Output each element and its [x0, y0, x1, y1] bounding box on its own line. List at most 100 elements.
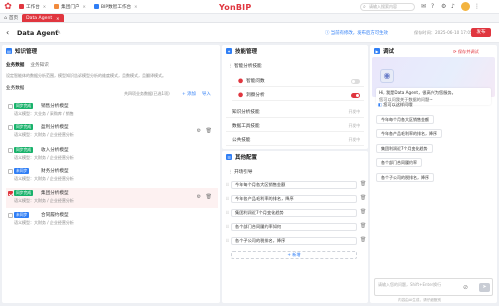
- suggested-question[interactable]: 集团利润近7个月变化趋势: [376, 144, 433, 153]
- model-name: 合同履约模型: [41, 213, 69, 218]
- tab-home[interactable]: ⌂ 首页: [0, 14, 22, 22]
- nav-tab-portal[interactable]: 集团门户 ✕: [51, 2, 89, 11]
- sync-status-badge: 同步完成: [14, 190, 34, 196]
- list-item[interactable]: 同步完成 盈利分析模型 语义模型：大财务 / 企业经营分析 ⚙ 🗑: [6, 122, 218, 142]
- panel-title: 调试: [383, 49, 395, 55]
- import-button[interactable]: 导入: [202, 91, 211, 97]
- model-desc: 语义模型：大财务 / 企业经营分析: [14, 155, 74, 160]
- knowledge-description: 设定智能体的数据分析范围，模型知识告诉模型分析的维度模式，且数模式，且翻译模式。: [6, 73, 166, 78]
- drag-handle-icon[interactable]: ⠿: [226, 182, 229, 187]
- skill-label: 公共技能: [232, 138, 251, 143]
- dev-status: 开发中: [348, 123, 360, 128]
- question-input[interactable]: 今年各产品毛利率的排名，降序: [231, 195, 357, 203]
- drag-handle-icon[interactable]: ⠿: [226, 196, 229, 201]
- list-item[interactable]: 未同步 财务分析模型 语义模型：大财务 / 企业经营分析: [6, 166, 218, 186]
- page-title: Data Agent: [17, 29, 59, 37]
- question-input[interactable]: 今年每个月各大区销售金额: [231, 181, 357, 189]
- global-search-input[interactable]: ⌕ 请输入搜索内容: [360, 3, 415, 11]
- attach-icon[interactable]: ⊘: [463, 284, 468, 291]
- delete-icon[interactable]: 🗑: [206, 194, 212, 200]
- list-item[interactable]: 同步完成 销售分析模型 语义模型：大业务 / 采购库 / 销售: [6, 101, 218, 121]
- delete-icon[interactable]: 🗑: [360, 237, 366, 243]
- back-arrow-icon[interactable]: ‹: [6, 28, 9, 37]
- close-icon[interactable]: ✕: [134, 4, 137, 9]
- drag-handle-icon[interactable]: ⠿: [226, 238, 229, 243]
- send-icon[interactable]: ➤: [479, 283, 490, 292]
- checkbox[interactable]: [8, 125, 13, 130]
- publish-button[interactable]: 发布: [471, 28, 491, 37]
- knowledge-subtabs: 业务数据 业务知识: [6, 62, 49, 68]
- opening-guide-label: 开场引导: [234, 170, 253, 175]
- search-placeholder: 请输入搜索内容: [369, 4, 397, 9]
- question-input[interactable]: 各个子公司的税排名，降序: [231, 237, 357, 245]
- subtab-business-knowledge[interactable]: 业务知识: [30, 62, 48, 68]
- dev-status: 开发中: [348, 109, 360, 114]
- add-data-button[interactable]: + 添加: [182, 91, 196, 97]
- top-bar: ✿ 工作台 ✕ 集团门户 ✕ BIP数智工作台 ✕ YonBIP ⌕ 请输入搜索…: [0, 0, 499, 14]
- bell-icon[interactable]: ♪: [451, 3, 455, 10]
- knowledge-panel: ▤ 知识管理 业务数据 业务知识 设定智能体的数据分析范围，模型知识告诉模型分析…: [2, 45, 220, 303]
- checkbox[interactable]: [8, 148, 13, 153]
- list-item[interactable]: 同步完成 集团分析模型 语义模型：大财务 / 企业经营分析 ⚙ 🗑: [6, 188, 218, 208]
- sync-status-badge: 同步完成: [14, 103, 34, 109]
- close-icon[interactable]: ✕: [43, 4, 46, 9]
- suggested-question[interactable]: 各个子公司的税排名，降序: [376, 173, 434, 182]
- footer-note: 内容由AI生成，请仔细甄别: [398, 298, 442, 302]
- add-question-button[interactable]: + 新增: [231, 251, 357, 259]
- subtab-business-data[interactable]: 业务数据: [6, 62, 24, 68]
- checkbox[interactable]: [8, 191, 13, 196]
- panel-title: 其他配置: [235, 155, 258, 161]
- chat-input[interactable]: 请输入您的问题，Shift+Enter换行 ⊘ ➤: [374, 278, 493, 296]
- settings-icon[interactable]: ⚙: [441, 3, 446, 10]
- list-item[interactable]: 未同步 合同履约模型 语义模型：大财务 / 企业经营分析: [6, 210, 218, 230]
- suggested-question[interactable]: 今年各产品毛利率的排名，降序: [376, 129, 442, 138]
- delete-icon[interactable]: 🗑: [360, 223, 366, 229]
- opening-guide-toggle[interactable]: ⋮ 开场引导: [228, 169, 252, 175]
- settings-icon[interactable]: ⚙: [197, 194, 201, 200]
- nav-tab-workbench[interactable]: 工作台 ✕: [16, 2, 49, 11]
- skill-row-public[interactable]: 公共技能 开发中: [226, 135, 364, 146]
- close-icon[interactable]: ✕: [83, 4, 86, 9]
- app-grid-icon[interactable]: ✿: [2, 1, 14, 13]
- message-icon[interactable]: ✉: [421, 3, 426, 10]
- delete-icon[interactable]: 🗑: [360, 195, 366, 201]
- checkbox[interactable]: [8, 213, 13, 218]
- model-desc: 语义模型：大财务 / 企业经营分析: [14, 132, 74, 137]
- checkbox[interactable]: [8, 169, 13, 174]
- skill-group-toggle[interactable]: ⋮ 智能分析技能: [228, 63, 262, 69]
- avatar[interactable]: [461, 2, 470, 11]
- save-time: 保存时间：2025-06-10 17:05:40: [414, 30, 480, 35]
- skill-row-knowledge[interactable]: 知识分析技能 开发中: [226, 107, 364, 118]
- status-text: 当前有修改，发布后方可生效: [330, 31, 388, 36]
- nav-tab-bip[interactable]: BIP数智工作台 ✕: [91, 2, 141, 11]
- help-icon[interactable]: ?: [431, 3, 434, 10]
- save-and-debug-button[interactable]: ⟳ 保存并调试: [453, 49, 479, 55]
- model-desc: 语义模型：大业务 / 采购库 / 销售: [14, 111, 74, 116]
- checkbox[interactable]: [8, 104, 13, 109]
- suggested-question[interactable]: 今年每个月各大区销售金额: [376, 115, 434, 124]
- more-icon[interactable]: ⋮: [474, 3, 480, 10]
- tab-label: Data Agent: [26, 15, 53, 21]
- delete-icon[interactable]: 🗑: [360, 181, 366, 187]
- skill-toggle[interactable]: [351, 79, 360, 84]
- drag-handle-icon[interactable]: ⠿: [226, 210, 229, 215]
- section-label: 业务数据: [6, 86, 25, 91]
- delete-icon[interactable]: 🗑: [206, 128, 212, 134]
- close-icon[interactable]: ✕: [56, 16, 59, 21]
- question-input[interactable]: 集团利润近7个月变化趋势: [231, 209, 357, 217]
- edit-icon[interactable]: ✎: [56, 29, 61, 36]
- question-input[interactable]: 各个部门合同履约率如何: [231, 223, 357, 231]
- delete-icon[interactable]: 🗑: [360, 209, 366, 215]
- skill-row-data-tool[interactable]: 数据工具技能 开发中: [226, 121, 364, 132]
- sync-status-badge: 未同步: [14, 168, 30, 174]
- drag-handle-icon[interactable]: ⠿: [226, 224, 229, 229]
- skill-toggle[interactable]: [351, 93, 360, 98]
- tab-data-agent[interactable]: Data Agent ✕: [22, 14, 64, 22]
- model-name: 销售分析模型: [41, 104, 69, 109]
- suggested-question[interactable]: 各个部门合同履约率: [376, 158, 422, 167]
- nav-tab-label: 工作台: [26, 4, 40, 10]
- settings-icon[interactable]: ⚙: [197, 128, 201, 134]
- brand-logo: YonBIP: [219, 3, 252, 12]
- list-item[interactable]: 同步完成 收入分析模型 语义模型：大财务 / 企业经营分析: [6, 145, 218, 165]
- workbench-icon: [19, 4, 24, 9]
